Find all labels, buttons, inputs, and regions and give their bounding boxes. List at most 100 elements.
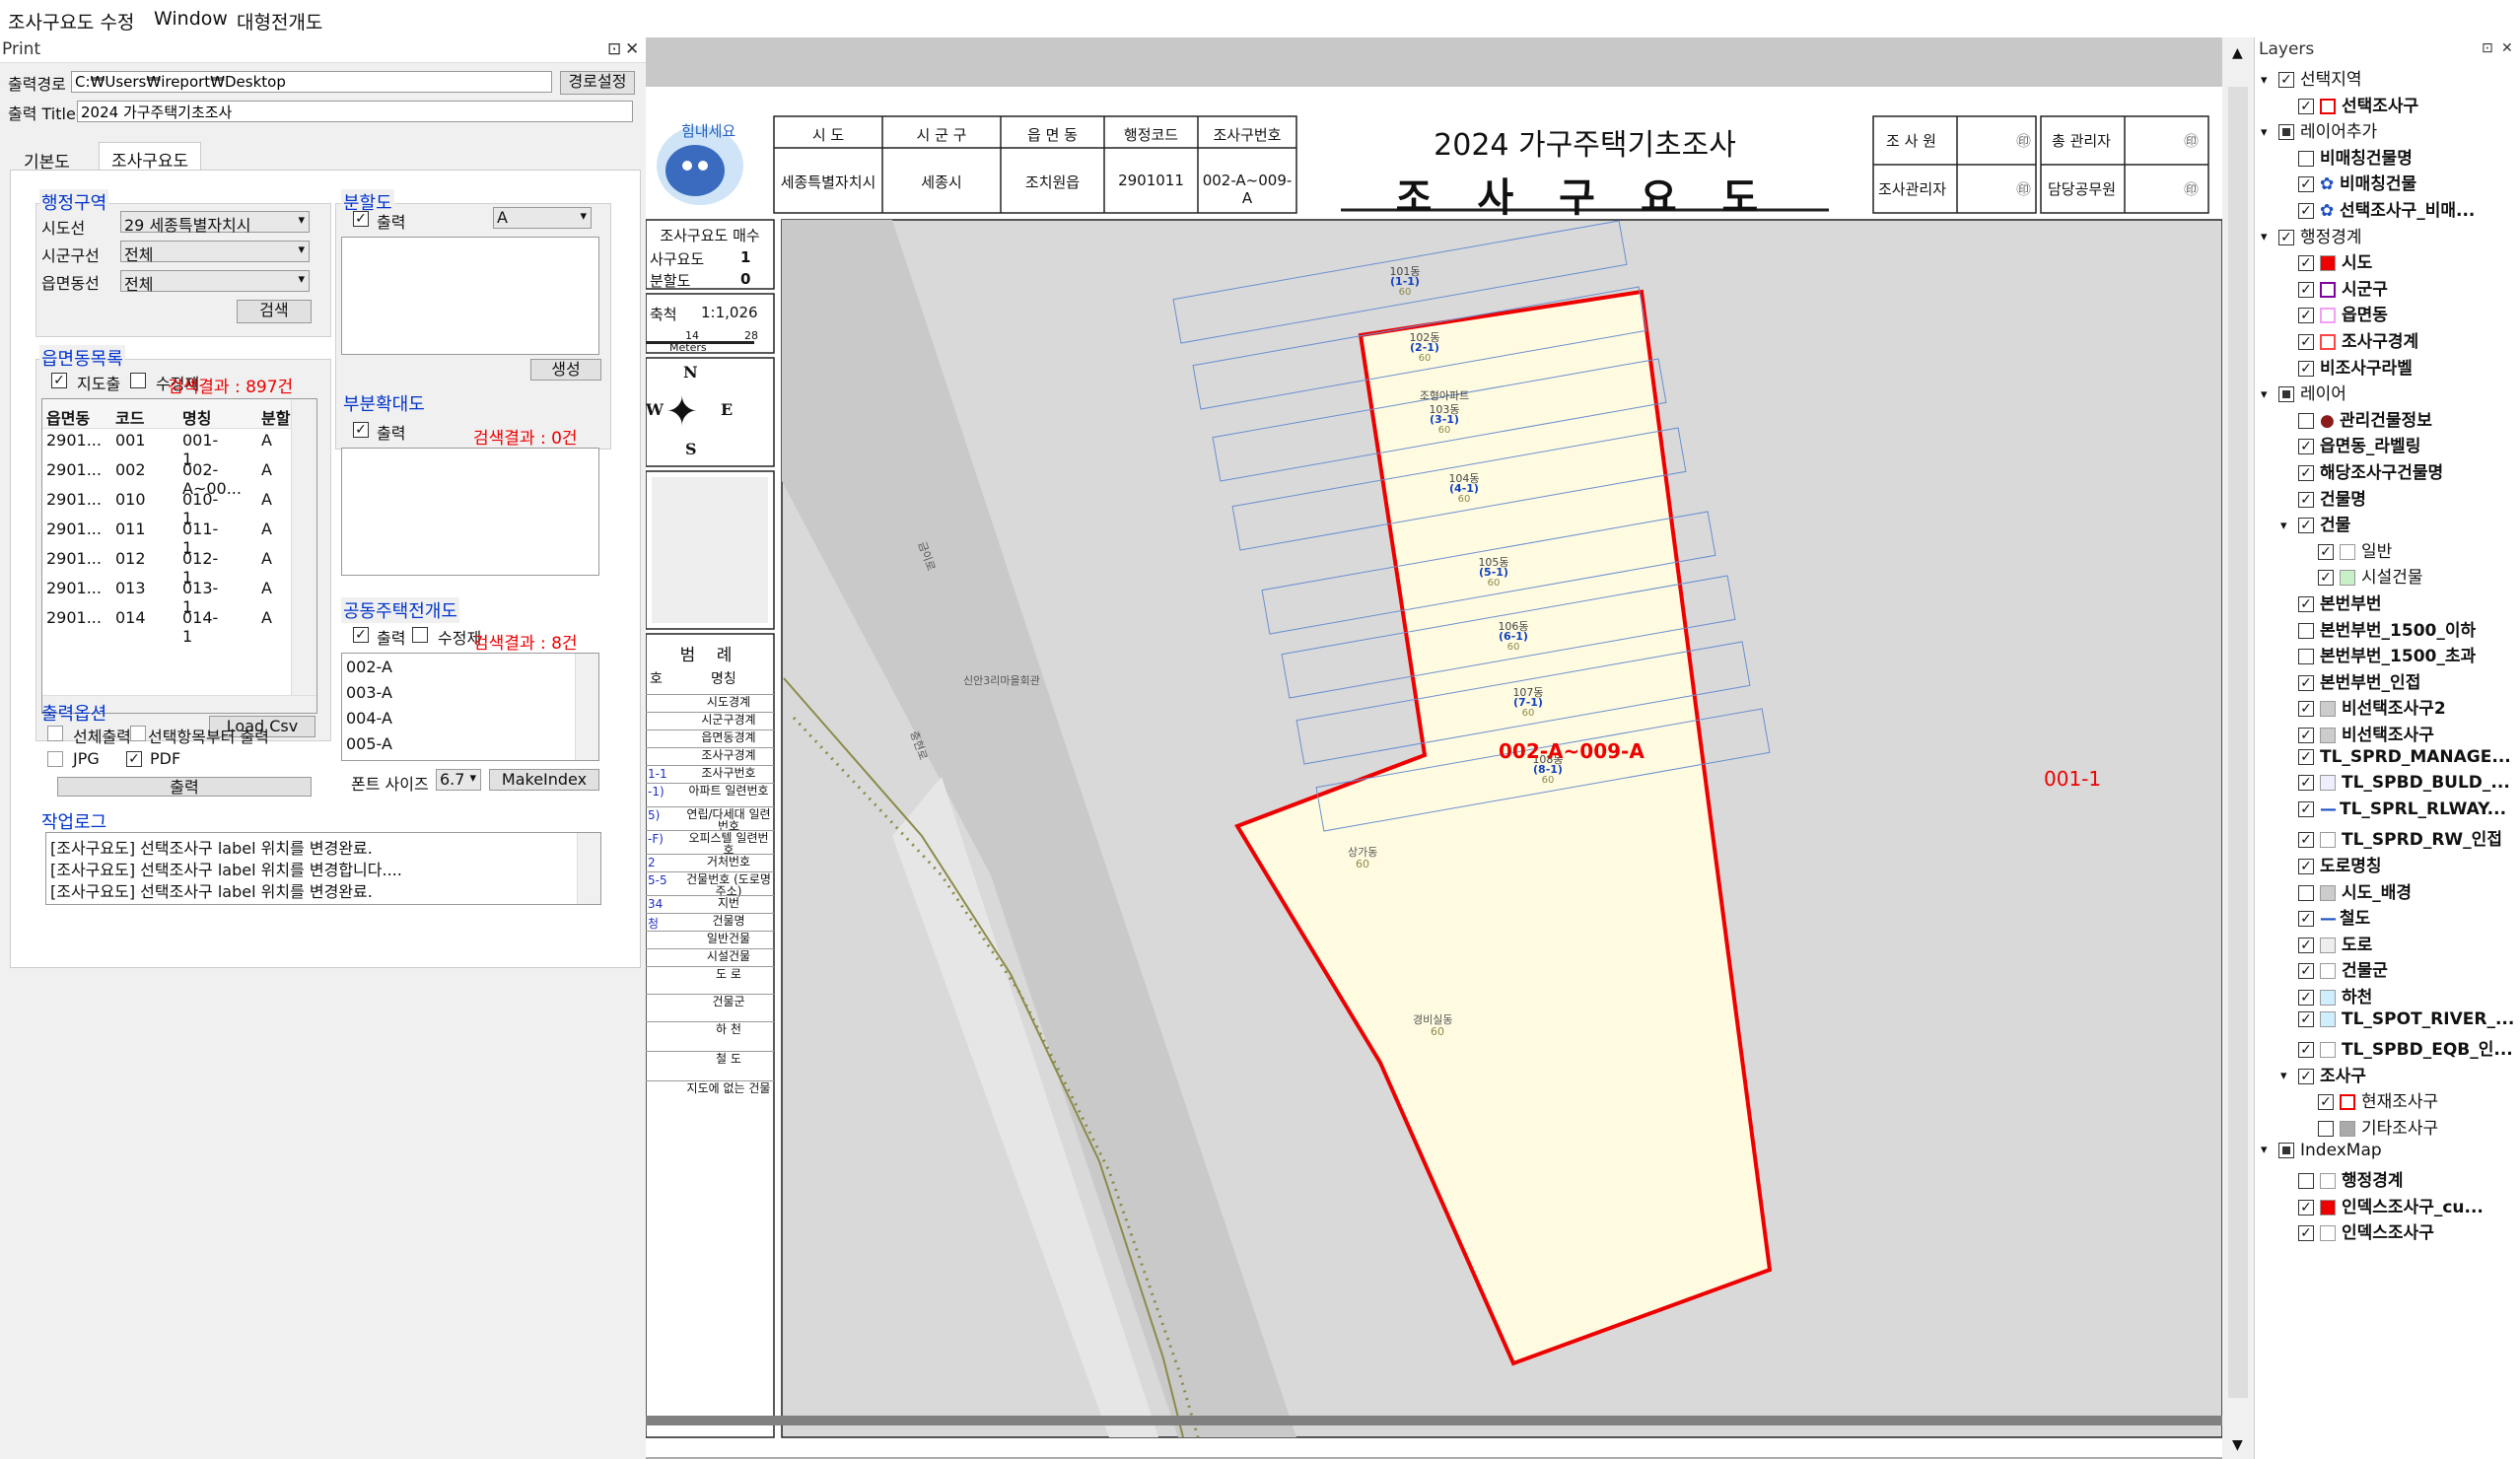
layer-item[interactable]: ✓ TL_SPBD_BULD_...: [2280, 773, 2510, 793]
print-button[interactable]: 출력: [57, 777, 312, 797]
layer-checkbox[interactable]: ✓: [2298, 439, 2314, 455]
expand-icon[interactable]: ▾: [2261, 387, 2275, 402]
layer-checkbox[interactable]: [2278, 124, 2294, 141]
layer-checkbox[interactable]: ✓: [2298, 203, 2314, 219]
preview-hscroll[interactable]: [646, 1416, 2222, 1425]
layer-checkbox[interactable]: [2298, 649, 2314, 665]
table-cell[interactable]: A: [261, 549, 272, 568]
close-icon[interactable]: ✕: [2501, 40, 2513, 56]
layer-item[interactable]: ▾ IndexMap: [2261, 1141, 2382, 1160]
layer-item[interactable]: ✓ 시군구: [2280, 275, 2388, 300]
layer-item[interactable]: ✓ 읍면동: [2280, 301, 2388, 325]
layer-checkbox[interactable]: ✓: [2298, 859, 2314, 874]
split-list[interactable]: [341, 237, 599, 355]
layer-item[interactable]: ✓ 비선택조사구: [2280, 721, 2434, 745]
emd-table[interactable]: 읍면동 코드 명칭 분할 2901... 001 001-1 A 2901... 002 0…: [41, 398, 317, 714]
layer-item[interactable]: ✓ 도로명칭: [2280, 852, 2382, 876]
apt-item[interactable]: 005-A: [346, 734, 392, 753]
partial-output-checkbox[interactable]: ✓: [353, 422, 369, 438]
sido-select[interactable]: 29 세종특별자치시: [120, 211, 310, 235]
table-cell[interactable]: 012: [115, 549, 146, 568]
table-cell[interactable]: 2901...: [46, 490, 102, 509]
table-cell[interactable]: 010: [115, 490, 146, 509]
layer-item[interactable]: ✓ 하천: [2280, 983, 2372, 1007]
layer-item[interactable]: ✓ 인덱스조사구_cu...: [2280, 1193, 2484, 1217]
layer-item[interactable]: ▾ ✓ 조사구: [2280, 1062, 2366, 1086]
layer-checkbox[interactable]: ✓: [2278, 229, 2294, 245]
create-button[interactable]: 생성: [530, 359, 601, 381]
pin-icon[interactable]: ⊡: [2482, 40, 2493, 56]
layer-checkbox[interactable]: ✓: [2298, 963, 2314, 980]
preview-vscroll[interactable]: ▲ ▼: [2222, 37, 2254, 1459]
layer-checkbox[interactable]: ✓: [2298, 98, 2314, 114]
layer-checkbox[interactable]: [2318, 1121, 2334, 1137]
layer-item[interactable]: ▾ 레이어: [2261, 380, 2346, 404]
layer-checkbox[interactable]: [2298, 150, 2314, 167]
table-cell[interactable]: 011: [115, 520, 146, 538]
expand-icon[interactable]: ▾: [2261, 125, 2275, 140]
layer-checkbox[interactable]: [2278, 1142, 2294, 1158]
table-cell[interactable]: A: [261, 490, 272, 509]
table-cell[interactable]: A: [261, 608, 272, 627]
pdf-checkbox[interactable]: ✓: [126, 751, 142, 767]
layer-item[interactable]: ✓ 조사구경계: [2280, 327, 2418, 352]
output-path-input[interactable]: [71, 71, 552, 93]
layer-checkbox[interactable]: [2298, 884, 2314, 901]
layer-item[interactable]: ▾ ✓ 선택지역: [2261, 65, 2362, 90]
expand-icon[interactable]: ▾: [2261, 1143, 2275, 1157]
apt-item[interactable]: 003-A: [346, 683, 392, 702]
layer-checkbox[interactable]: ✓: [2318, 543, 2334, 560]
scroll-track[interactable]: [2228, 87, 2248, 1398]
col-split[interactable]: 분할: [261, 405, 290, 429]
layer-checkbox[interactable]: ✓: [2298, 465, 2314, 481]
layer-checkbox[interactable]: ✓: [2298, 1068, 2314, 1084]
layer-item[interactable]: ✓ TL_SPRD_RW_인접: [2280, 825, 2502, 850]
layer-checkbox[interactable]: ✓: [2298, 1199, 2314, 1216]
table-cell[interactable]: A: [261, 431, 272, 450]
table-cell[interactable]: 002: [115, 460, 146, 479]
layer-checkbox[interactable]: ✓: [2298, 911, 2314, 928]
table-cell[interactable]: 2901...: [46, 431, 102, 450]
layer-checkbox[interactable]: [2278, 386, 2294, 403]
split-select[interactable]: A: [493, 207, 592, 229]
layer-checkbox[interactable]: ✓: [2298, 990, 2314, 1006]
layer-item[interactable]: ✓ 현재조사구: [2300, 1087, 2438, 1112]
table-cell[interactable]: 013: [115, 579, 146, 597]
layer-item[interactable]: ✓ ✿ 선택조사구_비매...: [2280, 196, 2475, 221]
tab-basemap[interactable]: 기본도: [12, 144, 82, 173]
layer-checkbox[interactable]: ✓: [2298, 701, 2314, 718]
table-cell[interactable]: 001: [115, 431, 146, 450]
map-output-checkbox[interactable]: ✓: [51, 373, 67, 388]
selected-output-radio[interactable]: [130, 726, 146, 741]
layer-checkbox[interactable]: ✓: [2298, 832, 2314, 849]
print-preview[interactable]: 시 도 세종특별자치시 시 군 구 세종시 읍 면 동 조치원읍 행정코드 2901011 조사…: [646, 37, 2222, 1459]
apt-edit-checkbox[interactable]: [412, 627, 428, 643]
layer-item[interactable]: ✓ 본번부번: [2280, 590, 2382, 614]
table-cell[interactable]: 2901...: [46, 460, 102, 479]
layer-checkbox[interactable]: ✓: [2298, 491, 2314, 508]
table-cell[interactable]: 014-1: [182, 608, 218, 646]
table-cell[interactable]: 2901...: [46, 608, 102, 627]
layer-checkbox[interactable]: ✓: [2298, 1225, 2314, 1242]
layer-item[interactable]: ▾ 레이어추가: [2261, 117, 2377, 142]
layer-item[interactable]: ✓ TL_SPOT_RIVER_...: [2280, 1009, 2514, 1029]
layer-checkbox[interactable]: ✓: [2298, 1042, 2314, 1059]
layer-item[interactable]: ✓ 시도: [2280, 248, 2372, 273]
layer-checkbox[interactable]: ✓: [2298, 674, 2314, 691]
font-size-select[interactable]: 6.7: [436, 769, 481, 791]
layer-checkbox[interactable]: ✓: [2298, 281, 2314, 298]
table-cell[interactable]: A: [261, 520, 272, 538]
apt-list-scroll[interactable]: [575, 654, 598, 760]
menu-window[interactable]: Window: [154, 8, 228, 30]
all-output-radio[interactable]: [47, 726, 63, 741]
expand-icon[interactable]: ▾: [2280, 519, 2294, 533]
apt-item[interactable]: 002-A: [346, 658, 392, 676]
layer-checkbox[interactable]: [2298, 622, 2314, 639]
col-code[interactable]: 코드: [115, 405, 144, 429]
layer-checkbox[interactable]: ✓: [2298, 308, 2314, 324]
layer-checkbox[interactable]: ✓: [2298, 360, 2314, 377]
layer-item[interactable]: ✓ 건물군: [2280, 956, 2388, 981]
jpg-checkbox[interactable]: [47, 751, 63, 767]
partial-list[interactable]: [341, 448, 599, 576]
layer-item[interactable]: 비매칭건물명: [2280, 144, 2413, 169]
